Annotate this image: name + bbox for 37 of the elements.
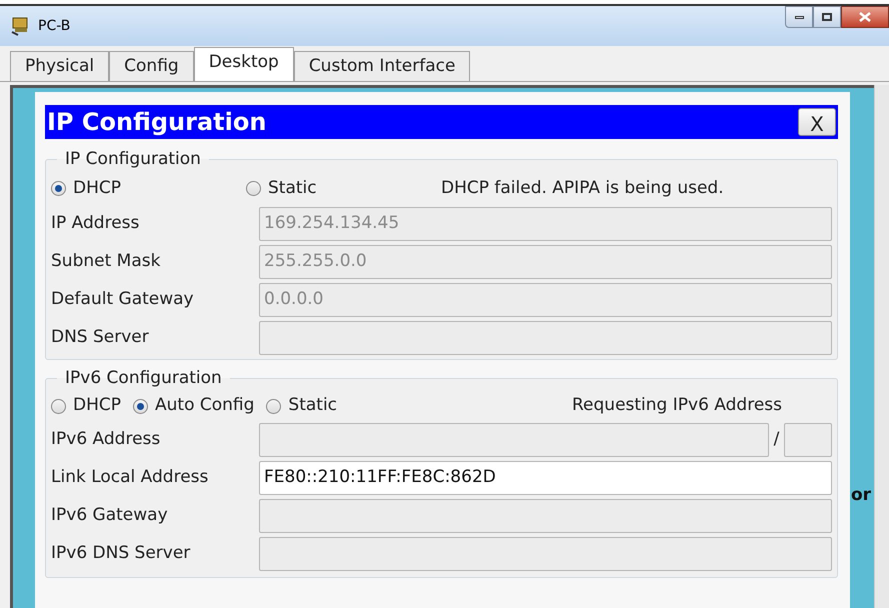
radio-button[interactable] (51, 181, 66, 196)
minimize-button[interactable] (785, 6, 813, 28)
field-label: DNS Server (51, 326, 150, 349)
tab[interactable]: Config (109, 51, 194, 81)
dialog-title: IP Configuration (47, 110, 266, 134)
close-icon (859, 12, 871, 22)
status-text: Requesting IPv6 Address (572, 394, 782, 418)
maximize-button[interactable] (813, 6, 841, 28)
radio-button[interactable] (246, 181, 261, 196)
field-label: Subnet Mask (51, 250, 162, 273)
radio-button[interactable] (51, 398, 66, 414)
group-legend: IPv6 Configuration (57, 366, 230, 391)
side-text: or (850, 484, 872, 506)
radio-option[interactable]: Static (266, 393, 338, 419)
slash-separator: / (772, 428, 780, 452)
radio-option[interactable]: DHCP (51, 176, 246, 202)
field-label: IPv6 Gateway (51, 504, 169, 528)
window-title: PC-B (38, 16, 70, 36)
status-text: DHCP failed. APIPA is being used. (441, 176, 724, 200)
radio-option[interactable]: DHCP (51, 393, 121, 419)
field-label: Default Gateway (51, 288, 195, 311)
field-label: IP Address (51, 212, 140, 235)
group-legend: IP Configuration (57, 147, 209, 172)
tab[interactable]: Custom Interface (294, 51, 470, 81)
field-label: IPv6 Address (51, 428, 162, 452)
radio-option[interactable]: Static (246, 176, 441, 202)
field-label: Link Local Address (51, 466, 210, 490)
tab[interactable]: Physical (10, 51, 110, 81)
tab[interactable]: Desktop (194, 47, 294, 81)
field-label: IPv6 DNS Server (51, 542, 192, 566)
radio-button[interactable] (133, 398, 148, 414)
input-field[interactable]: FE80::210:11FF:FE8C:862D (259, 461, 832, 495)
close-button[interactable]: X (798, 108, 836, 136)
radio-button[interactable] (266, 398, 282, 414)
prefix-field[interactable] (784, 423, 832, 457)
close-button[interactable] (841, 6, 889, 28)
radio-option[interactable]: Auto Config (133, 393, 254, 419)
